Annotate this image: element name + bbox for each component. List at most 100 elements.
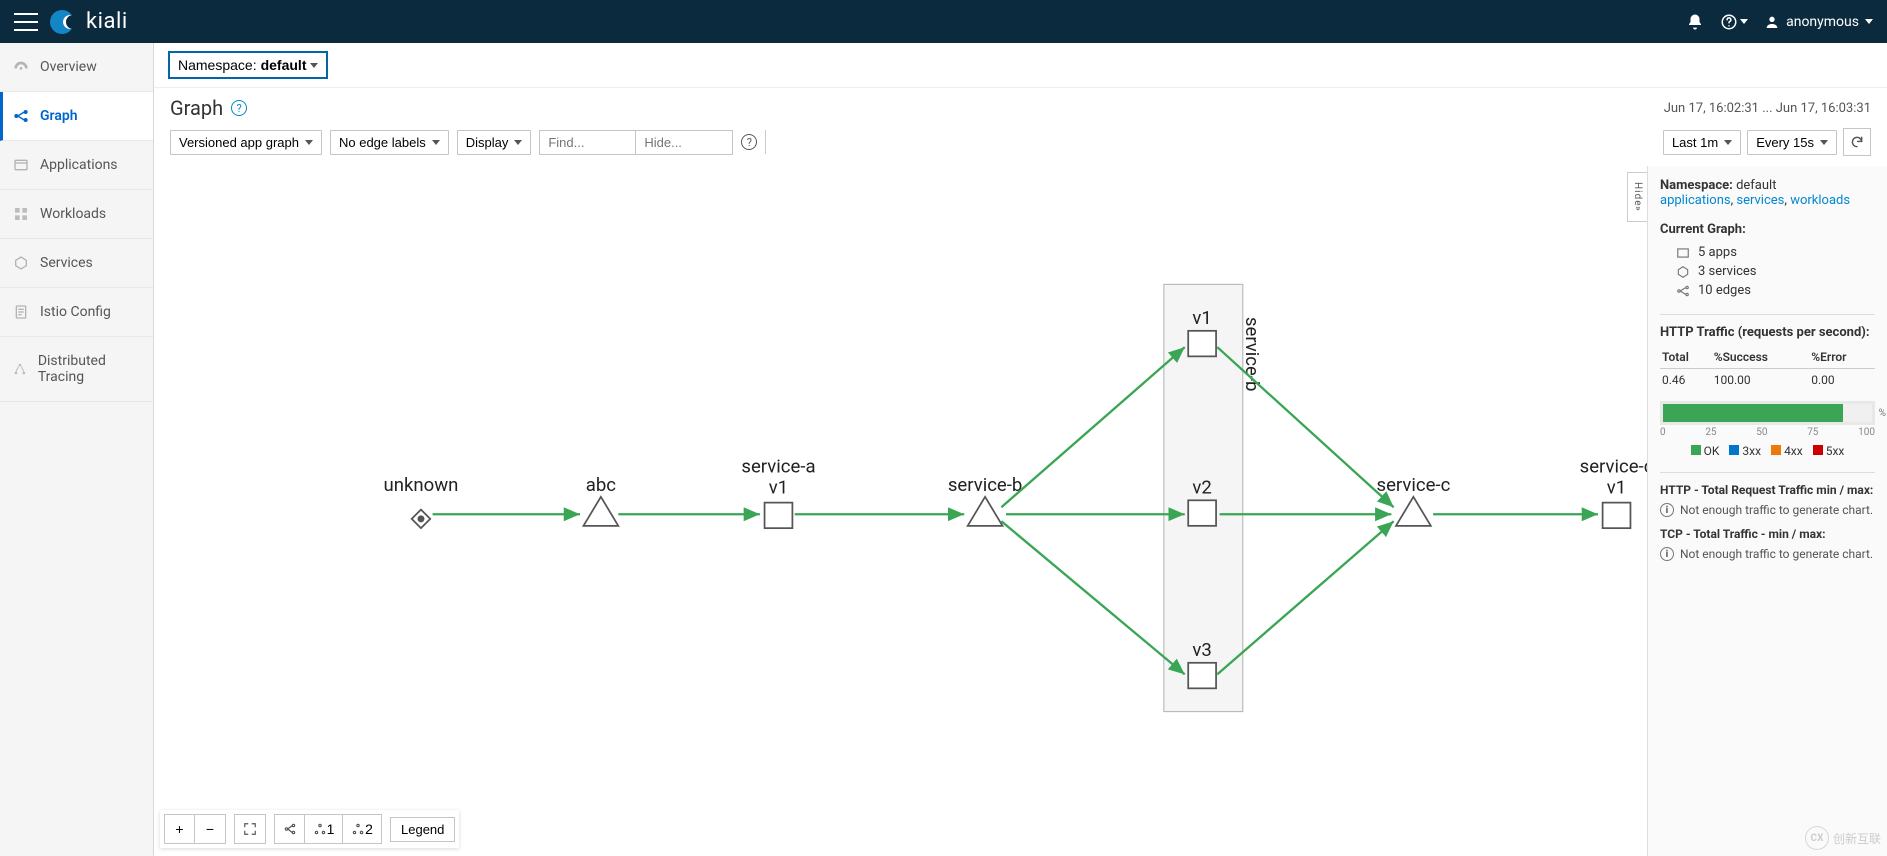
- stat-services: 3 services: [1660, 262, 1875, 281]
- sidebar-item-applications[interactable]: Applications: [0, 141, 153, 190]
- chevron-down-icon: [1820, 140, 1828, 145]
- fit-to-screen-button[interactable]: [235, 815, 265, 843]
- tick: 50: [1756, 427, 1767, 438]
- layout-default-button[interactable]: [275, 815, 305, 843]
- sidebar-item-graph[interactable]: Graph: [0, 92, 153, 141]
- node-unknown-label: unknown: [384, 474, 459, 496]
- find-hide-group: [539, 130, 733, 155]
- graph-controls: + − 1: [160, 810, 459, 848]
- tick: 25: [1705, 427, 1716, 438]
- namespace-value: default: [261, 57, 307, 73]
- main-content: Namespace: default Graph ? Jun 17, 16:02…: [154, 43, 1887, 856]
- watermark-text: 创新互联: [1833, 830, 1881, 847]
- http-traffic-heading: HTTP Traffic (requests per second):: [1660, 325, 1875, 340]
- link-workloads[interactable]: workloads: [1790, 193, 1850, 208]
- sidebar-item-label: Istio Config: [40, 304, 111, 320]
- current-graph-heading: Current Graph:: [1660, 222, 1875, 237]
- sidebar-item-istio-config[interactable]: Istio Config: [0, 288, 153, 337]
- namespace-prefix: Namespace:: [178, 57, 257, 73]
- app-icon: [1676, 246, 1690, 260]
- zoom-out-button[interactable]: −: [195, 815, 225, 843]
- layout-icon: [313, 822, 327, 836]
- bell-icon[interactable]: [1686, 13, 1704, 31]
- hamburger-menu-button[interactable]: [14, 13, 38, 31]
- sidebar-item-label: Applications: [40, 157, 118, 173]
- sidebar-item-services[interactable]: Services: [0, 239, 153, 288]
- sidebar-item-label: Overview: [40, 59, 97, 75]
- page-help-icon[interactable]: ?: [231, 100, 247, 116]
- display-selector[interactable]: Display: [457, 130, 532, 155]
- sidebar-item-overview[interactable]: Overview: [0, 43, 153, 92]
- layout-2-button[interactable]: 2: [343, 815, 381, 843]
- applications-icon: [12, 157, 30, 173]
- sidebar-item-label: Distributed Tracing: [38, 353, 141, 385]
- hide-input[interactable]: [636, 131, 732, 154]
- brand-logo[interactable]: kiali: [50, 9, 128, 34]
- chevron-down-icon: [1724, 140, 1732, 145]
- refresh-interval-selector[interactable]: Every 15s: [1747, 130, 1837, 155]
- layout-1-button[interactable]: 1: [305, 815, 343, 843]
- link-services[interactable]: services: [1736, 193, 1784, 208]
- layout-1-label: 1: [327, 821, 335, 837]
- details-ns-value: default: [1736, 178, 1776, 193]
- zoom-in-button[interactable]: +: [165, 815, 195, 843]
- tcp-minmax-info: Not enough traffic to generate chart.: [1680, 547, 1873, 561]
- find-help-icon[interactable]: ?: [741, 134, 757, 150]
- hide-label: Hide: [1632, 182, 1643, 207]
- sidebar-item-workloads[interactable]: Workloads: [0, 190, 153, 239]
- sidebar-item-label: Workloads: [40, 206, 106, 222]
- bar-pct-suffix: %: [1879, 408, 1886, 419]
- traffic-bar-chart: % 0 25 50 75 100 OK 3xx 4xx 5xx: [1660, 401, 1875, 458]
- details-ns-label: Namespace:: [1660, 178, 1733, 193]
- th-success: %Success: [1712, 346, 1810, 369]
- th-error: %Error: [1809, 346, 1875, 369]
- find-input[interactable]: [540, 131, 636, 154]
- graph-type-label: Versioned app graph: [179, 135, 299, 150]
- node-service-c-title: service-c: [1580, 455, 1654, 477]
- td-success: 100.00: [1712, 369, 1810, 392]
- layout-icon: [283, 822, 297, 836]
- tick: 0: [1660, 427, 1666, 438]
- legend-3xx: 3xx: [1729, 444, 1761, 458]
- layout-2-label: 2: [365, 821, 373, 837]
- legend-button[interactable]: Legend: [390, 817, 455, 842]
- th-total: Total: [1660, 346, 1712, 369]
- sidebar-item-distributed-tracing[interactable]: Distributed Tracing: [0, 337, 153, 402]
- user-icon: [1764, 14, 1780, 30]
- refresh-label: Every 15s: [1756, 135, 1814, 150]
- graph-type-selector[interactable]: Versioned app graph: [170, 130, 322, 155]
- edge-labels-selector[interactable]: No edge labels: [330, 130, 449, 155]
- sidebar-item-label: Services: [40, 255, 93, 271]
- chevron-down-icon: [305, 140, 313, 145]
- tracing-icon: [12, 361, 28, 377]
- display-label: Display: [466, 135, 509, 150]
- node-abc-label: abc: [586, 474, 617, 496]
- document-icon: [12, 304, 30, 320]
- namespace-selector[interactable]: Namespace: default: [168, 51, 328, 79]
- legend-5xx: 5xx: [1813, 444, 1845, 458]
- link-applications[interactable]: applications: [1660, 193, 1731, 208]
- duration-selector[interactable]: Last 1m: [1663, 130, 1741, 155]
- graph-icon: [12, 108, 30, 124]
- stat-apps: 5 apps: [1660, 243, 1875, 262]
- workloads-icon: [12, 206, 30, 222]
- http-minmax-heading: HTTP - Total Request Traffic min / max:: [1660, 483, 1875, 497]
- info-icon: i: [1660, 503, 1674, 517]
- chevron-down-icon: [310, 63, 318, 68]
- info-icon: i: [1660, 547, 1674, 561]
- tcp-minmax-heading: TCP - Total Traffic - min / max:: [1660, 527, 1875, 541]
- help-menu[interactable]: [1720, 13, 1748, 31]
- node-v1-label: v1: [1192, 307, 1211, 329]
- sidebar: Overview Graph Applications Workloads Se…: [0, 43, 154, 856]
- tick: 100: [1858, 427, 1875, 438]
- td-total: 0.46: [1660, 369, 1712, 392]
- user-menu[interactable]: anonymous: [1764, 14, 1873, 30]
- traffic-table: Total%Success%Error 0.46100.000.00: [1660, 346, 1875, 391]
- graph-canvas[interactable]: service-b unknown abc service-a v1 servi…: [154, 166, 1887, 856]
- sidebar-item-label: Graph: [40, 108, 78, 124]
- legend-ok: OK: [1691, 444, 1720, 458]
- node-service-b-tri-label: service-b: [948, 474, 1022, 496]
- refresh-button[interactable]: [1843, 128, 1871, 156]
- hide-panel-button[interactable]: Hide »: [1627, 172, 1647, 222]
- http-minmax-info: Not enough traffic to generate chart.: [1680, 503, 1873, 517]
